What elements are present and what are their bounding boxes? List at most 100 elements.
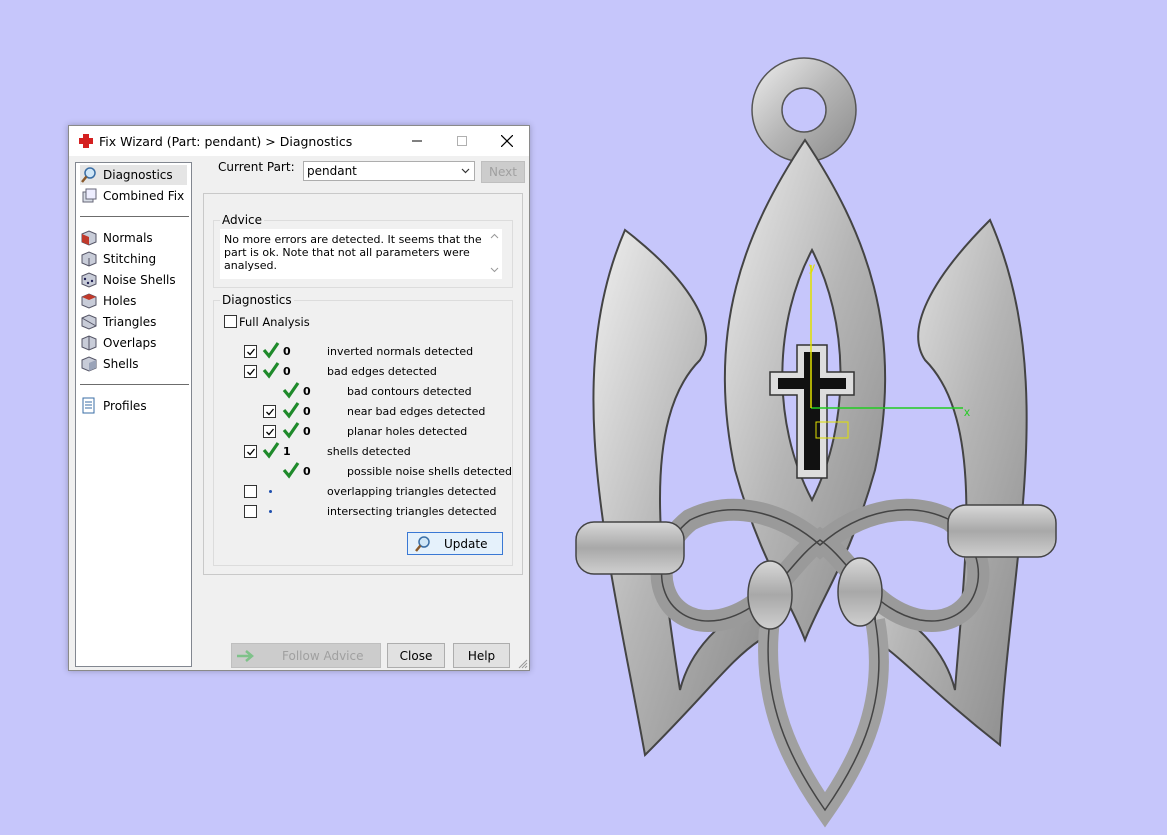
planar-holes-checkbox[interactable] [263, 425, 276, 438]
nav-label: Noise Shells [103, 273, 176, 287]
current-part-label: Current Part: [218, 160, 295, 174]
magnifier-icon [415, 535, 430, 552]
checkmark-icon [247, 368, 256, 376]
nav-item-combined-fix[interactable]: Combined Fix [80, 186, 184, 206]
shells-count: 1 [283, 445, 291, 458]
scroll-up-icon[interactable] [490, 233, 499, 239]
overlaps-cube-icon [81, 335, 97, 351]
full-analysis-label: Full Analysis [239, 315, 310, 329]
near-bad-edges-count: 0 [303, 405, 311, 418]
inverted-normals-checkbox[interactable] [244, 345, 257, 358]
advice-group: Advice No more errors are detected. It s… [213, 213, 513, 288]
bad-edges-count: 0 [283, 365, 291, 378]
maximize-icon [456, 136, 467, 146]
nav-item-triangles[interactable]: Triangles [80, 312, 156, 332]
checkmark-icon [266, 408, 275, 416]
nav-label: Stitching [103, 252, 157, 266]
arrow-right-icon [237, 649, 254, 662]
magnifier-icon [81, 167, 96, 183]
nav-item-diagnostics[interactable]: Diagnostics [80, 165, 187, 185]
green-check-icon [282, 422, 300, 439]
near-bad-edges-checkbox[interactable] [263, 405, 276, 418]
scroll-down-icon[interactable] [490, 267, 499, 273]
fix-wizard-dialog: Fix Wizard (Part: pendant) > Diagnostics… [68, 125, 530, 671]
follow-advice-label: Follow Advice [282, 648, 364, 663]
green-check-icon [282, 382, 300, 399]
noise-shells-count: 0 [303, 465, 311, 478]
close-button[interactable]: Close [387, 643, 445, 668]
minimize-icon [411, 140, 422, 142]
pending-dot-icon [269, 490, 272, 493]
nav-item-shells[interactable]: Shells [80, 354, 139, 374]
intersecting-triangles-label: intersecting triangles detected [327, 505, 497, 518]
nav-item-stitching[interactable]: Stitching [80, 249, 156, 269]
bad-edges-checkbox[interactable] [244, 365, 257, 378]
nav-label: Overlaps [103, 336, 157, 350]
chevron-down-icon [461, 168, 470, 174]
full-analysis-checkbox[interactable] [224, 315, 237, 328]
shells-label: shells detected [327, 445, 411, 458]
overlapping-triangles-label: overlapping triangles detected [327, 485, 497, 498]
checkmark-icon [247, 448, 256, 456]
minimize-button[interactable] [394, 126, 439, 156]
update-button[interactable]: Update [407, 532, 503, 555]
nav-item-holes[interactable]: Holes [80, 291, 136, 311]
nav-item-normals[interactable]: Normals [80, 228, 153, 248]
intersecting-triangles-checkbox[interactable] [244, 505, 257, 518]
green-check-icon [262, 362, 280, 379]
normals-cube-icon [81, 230, 97, 246]
follow-advice-button[interactable]: Follow Advice [231, 643, 381, 668]
nav-label: Holes [103, 294, 137, 308]
green-check-icon [262, 342, 280, 359]
nav-label: Combined Fix [103, 189, 185, 203]
checkmark-icon [247, 348, 256, 356]
nav-label: Profiles [103, 399, 147, 413]
update-label: Update [444, 536, 488, 551]
pending-dot-icon [269, 510, 272, 513]
help-button[interactable]: Help [453, 643, 510, 668]
inverted-normals-label: inverted normals detected [327, 345, 474, 358]
nav-label: Shells [103, 357, 139, 371]
noise-shells-label: possible noise shells detected [347, 465, 513, 478]
maximize-button[interactable] [439, 126, 484, 156]
green-check-icon [262, 442, 280, 459]
resize-grip-icon[interactable] [518, 659, 528, 669]
combined-fix-icon [82, 188, 97, 203]
nav-label: Normals [103, 231, 153, 245]
checkmark-icon [266, 428, 275, 436]
overlapping-triangles-checkbox[interactable] [244, 485, 257, 498]
bad-contours-label: bad contours detected [347, 385, 472, 398]
noise-shells-icon [81, 272, 97, 288]
bad-contours-count: 0 [303, 385, 311, 398]
shells-checkbox[interactable] [244, 445, 257, 458]
stitching-cube-icon [81, 251, 97, 267]
diagnostics-title: Diagnostics [220, 293, 294, 307]
current-part-select[interactable]: pendant [303, 161, 475, 181]
title-bar[interactable]: Fix Wizard (Part: pendant) > Diagnostics [69, 126, 529, 156]
triangles-cube-icon [81, 314, 97, 330]
wizard-nav-list: Diagnostics Combined Fix Normals Stitchi… [75, 162, 192, 667]
diagnostics-group: Diagnostics Full Analysis 0 inverted nor… [213, 293, 513, 566]
shells-cube-icon [81, 356, 97, 372]
nav-label: Diagnostics [103, 168, 173, 182]
nav-item-profiles[interactable]: Profiles [80, 396, 147, 416]
nav-item-overlaps[interactable]: Overlaps [80, 333, 156, 353]
current-part-value: pendant [307, 164, 357, 178]
near-bad-edges-label: near bad edges detected [347, 405, 486, 418]
green-check-icon [282, 462, 300, 479]
x-axis-label: x [964, 405, 970, 419]
advice-title: Advice [220, 213, 265, 227]
advice-text: No more errors are detected. It seems th… [224, 233, 482, 272]
next-button[interactable]: Next [481, 161, 525, 183]
nav-label: Triangles [103, 315, 157, 329]
advice-textbox[interactable]: No more errors are detected. It seems th… [220, 229, 502, 279]
planar-holes-label: planar holes detected [347, 425, 468, 438]
planar-holes-count: 0 [303, 425, 311, 438]
nav-item-noise-shells[interactable]: Noise Shells [80, 270, 176, 290]
close-window-button[interactable] [484, 126, 529, 156]
holes-cube-icon [81, 293, 97, 309]
nav-divider [80, 216, 189, 217]
inverted-normals-count: 0 [283, 345, 291, 358]
green-check-icon [282, 402, 300, 419]
nav-divider [80, 384, 189, 385]
